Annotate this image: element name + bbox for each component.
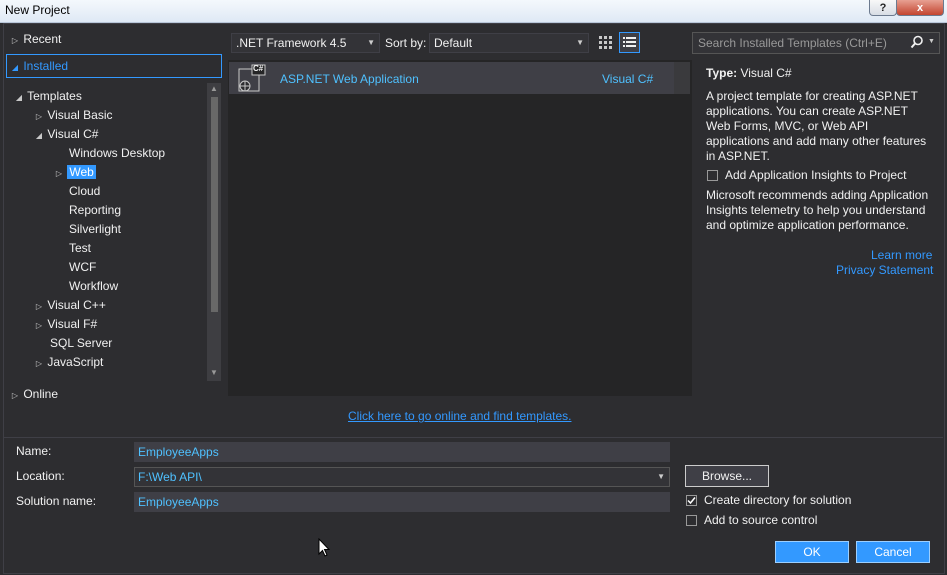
- tree-item-visual-basic[interactable]: ▷ Visual Basic: [34, 106, 113, 125]
- tree-label: Visual F#: [47, 317, 98, 331]
- tree-label: Online: [23, 387, 59, 401]
- expand-arrow-icon[interactable]: ▷: [10, 31, 20, 50]
- location-value: F:\Web API\: [138, 470, 202, 484]
- tree-label: SQL Server: [50, 336, 113, 350]
- tree-item-online[interactable]: ▷ Online: [10, 385, 58, 404]
- chevron-down-icon: ▼: [576, 38, 584, 47]
- divider: [3, 437, 943, 438]
- tree-label: Visual Basic: [47, 108, 113, 122]
- cancel-button[interactable]: Cancel: [856, 541, 930, 563]
- type-label: Type:: [706, 66, 738, 80]
- tree-item-reporting[interactable]: Reporting: [69, 201, 121, 220]
- template-list: [228, 60, 692, 396]
- template-language: Visual C#: [602, 72, 654, 86]
- tree-item-cloud[interactable]: Cloud: [69, 182, 100, 201]
- search-input[interactable]: Search Installed Templates (Ctrl+E): [692, 32, 940, 54]
- framework-dropdown[interactable]: .NET Framework 4.5 ▼: [231, 33, 380, 53]
- insights-text: Microsoft recommends adding Application …: [706, 188, 929, 232]
- tree-label: Workflow: [69, 279, 119, 293]
- collapse-arrow-icon[interactable]: ◢: [14, 88, 24, 107]
- collapse-arrow-icon[interactable]: ◢: [34, 126, 44, 145]
- tree-label: Silverlight: [69, 222, 122, 236]
- expand-arrow-icon[interactable]: ▷: [34, 316, 44, 335]
- grid-view-icon[interactable]: [597, 34, 615, 52]
- tree-item-recent[interactable]: ▷ Recent: [10, 30, 61, 49]
- tree-label: JavaScript: [47, 355, 104, 369]
- solution-name-label: Solution name:: [16, 494, 97, 508]
- tree-label: Web: [67, 165, 96, 179]
- expand-arrow-icon[interactable]: ▷: [10, 386, 20, 405]
- tree-item-visual-fsharp[interactable]: ▷ Visual F#: [34, 315, 97, 334]
- type-row: Type: Visual C#: [706, 66, 792, 80]
- tree-label: WCF: [69, 260, 97, 274]
- tree-item-sql-server[interactable]: SQL Server: [50, 334, 112, 353]
- window-title: New Project: [5, 3, 70, 17]
- tree-item-templates[interactable]: ◢ Templates: [14, 87, 82, 106]
- source-control-label[interactable]: Add to source control: [704, 513, 817, 527]
- expand-arrow-icon[interactable]: ▷: [34, 354, 44, 373]
- chevron-down-icon[interactable]: ▼: [657, 468, 665, 486]
- tree-item-web[interactable]: ▷ Web: [54, 163, 96, 182]
- tree-item-test[interactable]: Test: [69, 239, 91, 258]
- sort-label: Sort by:: [385, 36, 427, 50]
- scroll-down-arrow-icon[interactable]: ▼: [210, 368, 218, 377]
- tree-item-windows-desktop[interactable]: Windows Desktop: [69, 144, 165, 163]
- tree-item-javascript[interactable]: ▷ JavaScript: [34, 353, 103, 372]
- tree-label: Recent: [23, 32, 62, 46]
- search-icon[interactable]: [910, 35, 924, 52]
- expand-arrow-icon[interactable]: ▷: [34, 297, 44, 316]
- csharp-badge: C#: [253, 64, 264, 73]
- tree-label: Visual C#: [47, 127, 99, 141]
- tree-item-visual-cpp[interactable]: ▷ Visual C++: [34, 296, 106, 315]
- framework-value: .NET Framework 4.5: [236, 36, 347, 50]
- chevron-down-icon: ▼: [367, 38, 375, 47]
- tree-label: Cloud: [69, 184, 101, 198]
- sort-dropdown[interactable]: Default ▼: [429, 33, 589, 53]
- browse-button[interactable]: Browse...: [685, 465, 769, 487]
- name-label: Name:: [16, 444, 52, 458]
- tree-label: Test: [69, 241, 92, 255]
- privacy-statement-link[interactable]: Privacy Statement: [836, 263, 933, 277]
- tree-label: Templates: [27, 89, 82, 103]
- location-label: Location:: [16, 469, 65, 483]
- tree-scrollbar-thumb[interactable]: [211, 97, 218, 312]
- online-templates-link[interactable]: Click here to go online and find templat…: [348, 409, 571, 423]
- tree-label: Windows Desktop: [69, 146, 166, 160]
- help-button[interactable]: ?: [869, 0, 897, 16]
- insights-label[interactable]: Add Application Insights to Project: [725, 168, 906, 182]
- create-directory-checkbox[interactable]: [686, 495, 697, 506]
- expand-arrow-icon[interactable]: ▷: [54, 164, 64, 183]
- learn-more-link[interactable]: Learn more: [871, 248, 932, 262]
- template-name: ASP.NET Web Application: [280, 72, 419, 86]
- title-bar: [0, 0, 947, 23]
- list-view-icon[interactable]: [619, 32, 640, 53]
- tree-label: Reporting: [69, 203, 122, 217]
- source-control-checkbox[interactable]: [686, 515, 697, 526]
- type-value: Visual C#: [740, 66, 792, 80]
- collapse-arrow-icon[interactable]: ◢: [10, 57, 20, 79]
- close-button[interactable]: x: [896, 0, 944, 16]
- tree-label: Installed: [23, 59, 69, 73]
- solution-name-field[interactable]: EmployeeApps: [134, 492, 670, 512]
- ok-button[interactable]: OK: [775, 541, 849, 563]
- tree-item-installed[interactable]: ◢ Installed: [6, 54, 222, 78]
- tree-item-wcf[interactable]: WCF: [69, 258, 96, 277]
- sort-value: Default: [434, 36, 473, 50]
- insights-checkbox[interactable]: [707, 170, 718, 181]
- tree-item-visual-csharp[interactable]: ◢ Visual C#: [34, 125, 99, 145]
- tree-item-workflow[interactable]: Workflow: [69, 277, 118, 296]
- expand-arrow-icon[interactable]: ▷: [34, 107, 44, 126]
- tree-label: Visual C++: [47, 298, 106, 312]
- name-field[interactable]: EmployeeApps: [134, 442, 670, 462]
- template-list-scrollbar[interactable]: [674, 62, 690, 94]
- chevron-down-icon[interactable]: ▼: [928, 38, 935, 45]
- tree-item-silverlight[interactable]: Silverlight: [69, 220, 121, 239]
- create-directory-label[interactable]: Create directory for solution: [704, 493, 851, 507]
- location-field[interactable]: F:\Web API\ ▼: [134, 467, 670, 487]
- template-description: A project template for creating ASP.NET …: [706, 89, 927, 163]
- scroll-up-arrow-icon[interactable]: ▲: [210, 84, 218, 93]
- mouse-cursor-icon: [318, 537, 331, 560]
